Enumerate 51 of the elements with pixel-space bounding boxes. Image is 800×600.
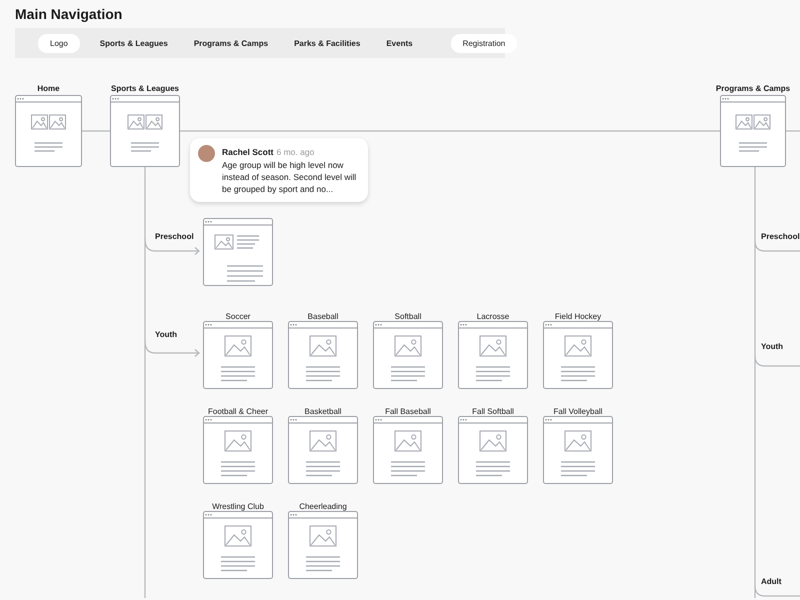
page-label: Softball	[394, 312, 422, 322]
connector-arrow	[144, 238, 200, 255]
page-wireframe-drawing	[458, 416, 528, 484]
branch-label: Preschool	[155, 232, 194, 242]
page-wireframe-drawing	[288, 416, 358, 484]
page-label: Wrestling Club	[212, 502, 264, 512]
page-label: Fall Volleyball	[554, 407, 602, 417]
page-label: Sports & Leagues	[111, 84, 179, 94]
branch-label: Youth	[761, 342, 784, 352]
page-label: Field Hockey	[554, 312, 602, 322]
page-label: Basketball	[304, 407, 342, 417]
nav-item[interactable]: Events	[380, 34, 419, 52]
page-wireframe-drawing	[288, 511, 358, 579]
page-label: Programs & Camps	[716, 84, 790, 94]
nav-item[interactable]: Programs & Camps	[188, 34, 274, 52]
page-label: Baseball	[308, 312, 338, 322]
comment-author: Rachel Scott	[222, 147, 274, 157]
page-wireframe-drawing	[373, 416, 443, 484]
page-label: Home	[37, 84, 60, 94]
comment-time: 6 mo. ago	[276, 147, 314, 157]
connector-line	[82, 130, 110, 132]
page-label: Cheerleading	[299, 502, 347, 512]
page-label: Football & Cheer	[208, 407, 268, 417]
page-label: Soccer	[226, 312, 250, 322]
connector-line	[786, 130, 800, 132]
page-wireframe-drawing	[203, 321, 273, 389]
page-wireframe-drawing	[203, 416, 273, 484]
branch-label: Youth	[155, 330, 178, 340]
page-wireframe-drawing	[458, 321, 528, 389]
page-wireframe-drawing	[373, 321, 443, 389]
page-label: Fall Softball	[472, 407, 514, 417]
branch-label: Adult	[761, 577, 782, 587]
page-label: Fall Baseball	[385, 407, 431, 417]
connector-arrow	[144, 340, 200, 357]
page-wireframe-drawing	[203, 511, 273, 579]
branch-label: Preschool	[761, 232, 800, 242]
page-title: Main Navigation	[15, 6, 124, 23]
page-wireframe-drawing	[203, 218, 273, 286]
nav-item[interactable]: Sports & Leagues	[94, 34, 174, 52]
avatar	[198, 145, 215, 162]
comment-text: Age group will be high level now instead of season. Second level will be grouped by sport and no...	[222, 159, 358, 195]
page-wireframe-drawing	[288, 321, 358, 389]
nav-item[interactable]: Registration	[450, 34, 518, 52]
page-wireframe-drawing	[110, 95, 180, 167]
page-wireframe-drawing	[543, 321, 613, 389]
page-wireframe-drawing	[720, 95, 786, 167]
page-label: Lacrosse	[476, 312, 510, 322]
page-wireframe-drawing	[15, 95, 82, 167]
nav-item[interactable]: Parks & Facilities	[288, 34, 366, 52]
page-wireframe-drawing	[543, 416, 613, 484]
nav-item[interactable]: Logo	[38, 34, 80, 52]
